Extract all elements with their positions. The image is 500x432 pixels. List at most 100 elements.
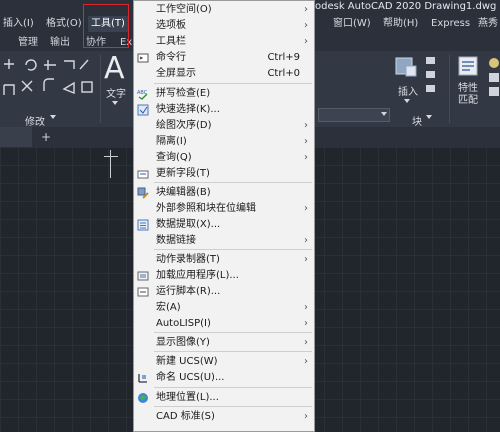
menu-item-label: 数据链接 [156,235,196,246]
menu-window[interactable]: 窗口(W) [333,16,371,32]
chevron-right-icon: › [304,235,308,246]
chevron-right-icon: › [304,152,308,163]
block-panel-label[interactable]: 块 [412,113,422,128]
menu-separator [154,249,312,250]
menu-item[interactable]: CAD 标准(S) › [134,409,314,425]
window-title: odesk AutoCAD 2020 Drawing1.dwg [315,1,497,12]
command-line-icon [137,53,149,63]
menu-item[interactable]: 块编辑器(B) [134,185,314,201]
menu-item-label: 查询(Q) [156,152,192,163]
ucs-axis [110,150,111,178]
match-properties-icon[interactable] [456,54,482,80]
text-icon[interactable]: A [104,53,125,85]
menu-item[interactable]: 全屏显示 Ctrl+0 [134,66,314,82]
menu-item[interactable]: 新建 UCS(W) › [134,354,314,370]
menu-item-label: 地理位置(L)... [156,392,219,403]
text-tool-label[interactable]: 文字 [106,85,126,100]
ribbon-divider [100,55,101,123]
menu-item-label: 加载应用程序(L)... [156,270,239,281]
menu-item[interactable]: ABC 拼写检查(E) [134,86,314,102]
chevron-right-icon: › [304,318,308,329]
named-ucs-icon [138,374,147,383]
ribbon-divider [449,55,450,123]
menu-item-label: 隔离(I) [156,136,187,147]
update-field-icon [137,170,149,179]
layer-combo[interactable] [318,108,390,122]
chevron-right-icon: › [304,302,308,313]
chevron-down-icon [381,112,387,116]
quick-select-icon [137,104,149,116]
chevron-down-icon[interactable] [50,115,56,119]
menu-item-label: 选项板 [156,20,186,31]
menu-item-label: 全屏显示 [156,68,196,79]
menu-item-label: 拼写检查(E) [156,88,211,99]
chevron-down-icon[interactable] [426,115,432,119]
menu-item[interactable]: 更新字段(T) [134,166,314,182]
menu-separator [154,406,312,407]
menu-separator [154,83,312,84]
chevron-down-icon[interactable] [112,101,118,105]
menu-item[interactable]: 数据链接 › [134,233,314,249]
menu-item-label: 新建 UCS(W) [156,356,218,367]
menu-express[interactable]: Express [431,16,470,32]
menu-item[interactable]: 绘图次序(D) › [134,118,314,134]
menu-item-label: 快速选择(K)... [156,104,220,115]
insert-block-icon[interactable] [392,54,420,80]
menu-item-shortcut: Ctrl+0 [267,68,300,79]
block-tools[interactable] [424,55,440,99]
tools-dropdown-menu: 工作空间(O) › 选项板 › 工具栏 › 命令行 Ctrl+9 全屏显示 Ctrl+0 ABC 拼写… [133,0,315,432]
menu-separator [154,351,312,352]
menu-item[interactable]: 数据提取(X)... [134,217,314,233]
data-extraction-icon [137,219,149,231]
menu-item[interactable]: 显示图像(Y) › [134,335,314,351]
menu-item-label: 工作空间(O) [156,4,212,15]
menu-item-label: CAD 标准(S) [156,411,215,422]
chevron-right-icon: › [304,120,308,131]
modify-tools[interactable] [0,55,100,99]
tab-manage[interactable]: 管理 [18,35,38,51]
menu-item[interactable]: 快速选择(K)... [134,102,314,118]
menu-item-label: 外部参照和块在位编辑 [156,203,256,214]
chevron-right-icon: › [304,136,308,147]
menu-item-label: 绘图次序(D) [156,120,212,131]
menu-item[interactable]: 动作录制器(T) › [134,252,314,268]
match-properties-label[interactable]: 特性 匹配 [458,83,478,107]
menu-item-shortcut: Ctrl+9 [267,52,300,63]
menu-item-label: 工具栏 [156,36,186,47]
insert-label[interactable]: 插入 [398,83,418,98]
menu-item[interactable]: 外部参照和块在位编辑 › [134,201,314,217]
chevron-down-icon[interactable] [404,99,410,103]
add-tab-button[interactable]: + [41,129,51,145]
menu-item[interactable]: 工具栏 › [134,34,314,50]
chevron-right-icon: › [304,203,308,214]
chevron-right-icon: › [304,20,308,31]
menu-separator [154,182,312,183]
menu-item[interactable]: 隔离(I) › [134,134,314,150]
menu-item-label: 运行脚本(R)... [156,286,221,297]
properties-tools[interactable] [486,55,500,99]
menu-item-label: 命名 UCS(U)... [156,372,225,383]
drawing-tab[interactable] [0,127,32,147]
menu-item[interactable]: AutoLISP(I) › [134,316,314,332]
menu-item[interactable]: 命令行 Ctrl+9 [134,50,314,66]
chevron-right-icon: › [304,337,308,348]
chevron-right-icon: › [304,356,308,367]
menu-yanxiu[interactable]: 燕秀 [478,16,498,32]
menu-item[interactable]: 地理位置(L)... [134,390,314,406]
menu-item[interactable]: 选项板 › [134,18,314,34]
menu-insert[interactable]: 插入(I) [3,16,34,32]
menu-item[interactable]: 工作空间(O) › [134,2,314,18]
tab-output[interactable]: 输出 [50,35,70,51]
menu-format[interactable]: 格式(O) [46,16,82,32]
menu-item[interactable]: 加载应用程序(L)... [134,268,314,284]
menu-item[interactable]: 命名 UCS(U)... [134,370,314,386]
menu-item[interactable]: 运行脚本(R)... [134,284,314,300]
menu-help[interactable]: 帮助(H) [383,16,418,32]
menu-separator [154,387,312,388]
menu-item[interactable]: 宏(A) › [134,300,314,316]
chevron-right-icon: › [304,254,308,265]
modify-panel-label[interactable]: 修改 [25,113,45,128]
menu-item[interactable]: 查询(Q) › [134,150,314,166]
highlight-box [83,4,129,48]
run-script-icon [137,287,149,297]
